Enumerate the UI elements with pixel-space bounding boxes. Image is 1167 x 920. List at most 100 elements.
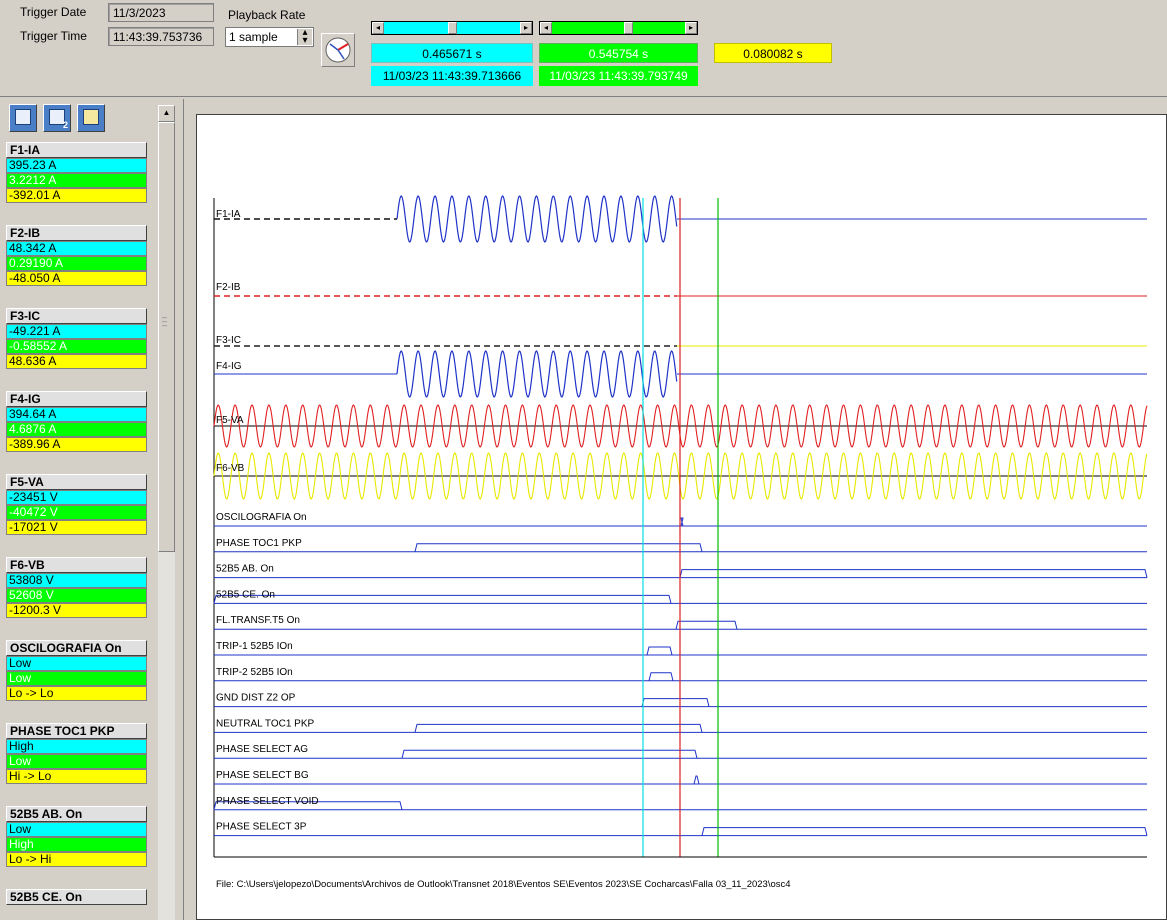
channel-value-green: High [6, 837, 147, 852]
channel-title[interactable]: F5-VA [6, 474, 147, 490]
playback-button[interactable] [321, 33, 355, 67]
digital-trace-label: FL.TRANSF.T5 On [216, 615, 300, 626]
channel-group: 52B5 CE. On [6, 889, 147, 905]
channel-value-cyan: 48.342 A [6, 241, 147, 256]
digital-trace-label: PHASE SELECT BG [216, 770, 309, 781]
channel-group: F4-IG 394.64 A 4.6876 A -389.96 A [6, 391, 147, 452]
channel-value-cyan: 395.23 A [6, 158, 147, 173]
view-cascade-icon[interactable] [77, 104, 105, 132]
analog-trace-label: F4-IG [216, 361, 242, 372]
waveform-trace [396, 350, 678, 398]
scroll-left-icon[interactable]: ◂ [372, 22, 384, 34]
channel-title[interactable]: 52B5 CE. On [6, 889, 147, 905]
channel-value-yellow: -1200.3 V [6, 603, 147, 618]
channel-value-yellow: 48.636 A [6, 354, 147, 369]
channel-title[interactable]: 52B5 AB. On [6, 806, 147, 822]
plot-area: F1-IA F2-IB F3-IC F4-IG F5-VA F6-VB OSCILOGRAF… [185, 99, 1167, 920]
analog-trace-label: F3-IC [216, 335, 241, 346]
digital-trace-label: PHASE SELECT AG [216, 744, 308, 755]
channel-title[interactable]: F3-IC [6, 308, 147, 324]
view-single-icon[interactable] [9, 104, 37, 132]
digital-trace-label: PHASE SELECT VOID [216, 796, 319, 807]
analog-trace-label: F5-VA [216, 415, 244, 426]
channel-title[interactable]: F1-IA [6, 142, 147, 158]
scroll-right-icon[interactable]: ▸ [520, 22, 532, 34]
channel-group: F2-IB 48.342 A 0.29190 A -48.050 A [6, 225, 147, 286]
cursor2-timestamp: 11/03/23 11:43:39.793749 [539, 66, 698, 86]
cursor1-scroll-thumb[interactable] [448, 22, 457, 34]
trigger-time-field: 11:43:39.753736 [108, 27, 214, 46]
digital-trace-label: GND DIST Z2 OP [216, 693, 296, 704]
channel-value-green: 3.2212 A [6, 173, 147, 188]
channel-title[interactable]: PHASE TOC1 PKP [6, 723, 147, 739]
channel-panel: 2 F1-IA 395.23 A 3.2212 A -392.01 A F2-IB 48.… [0, 99, 184, 920]
cursor2-scroll-thumb[interactable] [624, 22, 633, 34]
channel-value-cyan: -23451 V [6, 490, 147, 505]
waveform-trace [396, 195, 678, 243]
digital-pulse [414, 723, 703, 733]
channel-value-green: 52608 V [6, 588, 147, 603]
digital-trace-label: TRIP-1 52B5 IOn [216, 641, 293, 652]
playback-rate-stepper[interactable]: 1 sample ▴ ▾ [225, 27, 314, 47]
channel-value-yellow: -17021 V [6, 520, 147, 535]
digital-pulse [679, 569, 1148, 578]
channel-scroll-thumb[interactable] [158, 122, 175, 552]
channel-value-cyan: Low [6, 822, 147, 837]
oscillography-plot[interactable]: F1-IA F2-IB F3-IC F4-IG F5-VA F6-VB OSCILOGRAF… [196, 114, 1167, 920]
trigger-time-label: Trigger Time [20, 29, 87, 43]
cursor1-scrollbar[interactable]: ◂ ▸ [371, 21, 533, 35]
channel-group: PHASE TOC1 PKP High Low Hi -> Lo [6, 723, 147, 784]
digital-pulse [675, 620, 738, 630]
channel-title[interactable]: F4-IG [6, 391, 147, 407]
scroll-right-icon[interactable]: ▸ [685, 22, 697, 34]
delta-time: 0.080082 s [714, 43, 832, 63]
channel-group: F6-VB 53808 V 52608 V -1200.3 V [6, 557, 147, 618]
digital-pulse [646, 646, 673, 656]
digital-trace-label: NEUTRAL TOC1 PKP [216, 718, 315, 729]
scroll-up-icon[interactable]: ▲ [158, 105, 175, 122]
channel-group: F5-VA -23451 V -40472 V -17021 V [6, 474, 147, 535]
analog-trace-label: F1-IA [216, 209, 241, 220]
digital-trace-label: TRIP-2 52B5 IOn [216, 667, 293, 678]
channel-value-green: 0.29190 A [6, 256, 147, 271]
digital-trace-label: 52B5 AB. On [216, 564, 274, 575]
channel-value-yellow: -392.01 A [6, 188, 147, 203]
channel-title[interactable]: F2-IB [6, 225, 147, 241]
digital-trace-label: PHASE SELECT 3P [216, 822, 307, 833]
channel-value-yellow: Hi -> Lo [6, 769, 147, 784]
digital-pulse [693, 775, 700, 785]
digital-trace-label: OSCILOGRAFIA On [216, 512, 307, 523]
channel-group: 52B5 AB. On Low High Lo -> Hi [6, 806, 147, 867]
channel-value-cyan: 53808 V [6, 573, 147, 588]
view-dual-icon[interactable]: 2 [43, 104, 71, 132]
oscillography-canvas[interactable]: F1-IA F2-IB F3-IC F4-IG F5-VA F6-VB OSCILOGRAF… [197, 115, 1166, 919]
channel-group: F3-IC -49.221 A -0.58552 A 48.636 A [6, 308, 147, 369]
spin-updown-icon[interactable]: ▴ ▾ [297, 28, 312, 46]
cursor2-scrollbar[interactable]: ◂ ▸ [539, 21, 698, 35]
channel-scrollbar[interactable]: ▲ – – – [158, 105, 175, 920]
channel-group: F1-IA 395.23 A 3.2212 A -392.01 A [6, 142, 147, 203]
digital-pulse [213, 594, 672, 604]
cursor1-time: 0.465671 s [371, 43, 533, 63]
analog-trace-label: F2-IB [216, 282, 241, 293]
channel-value-cyan: 394.64 A [6, 407, 147, 422]
channel-value-cyan: -49.221 A [6, 324, 147, 339]
playback-rate-value: 1 sample [229, 30, 278, 44]
trigger-date-field: 11/3/2023 [108, 3, 214, 22]
channel-value-green: Low [6, 754, 147, 769]
digital-trace-label: PHASE TOC1 PKP [216, 538, 302, 549]
digital-pulse [401, 749, 698, 759]
digital-pulse [701, 827, 1148, 836]
digital-trace-label: 52B5 CE. On [216, 589, 275, 600]
cursor1-timestamp: 11/03/23 11:43:39.713666 [371, 66, 533, 86]
toolbar: Trigger Date 11/3/2023 Trigger Time 11:4… [0, 0, 1167, 97]
trigger-date-label: Trigger Date [20, 5, 87, 19]
channel-value-yellow: Lo -> Hi [6, 852, 147, 867]
channel-title[interactable]: OSCILOGRAFIA On [6, 640, 147, 656]
channel-value-cyan: Low [6, 656, 147, 671]
playback-dial-icon [325, 37, 351, 63]
channel-title[interactable]: F6-VB [6, 557, 147, 573]
channel-value-green: 4.6876 A [6, 422, 147, 437]
scroll-left-icon[interactable]: ◂ [540, 22, 552, 34]
digital-pulse [414, 543, 703, 552]
